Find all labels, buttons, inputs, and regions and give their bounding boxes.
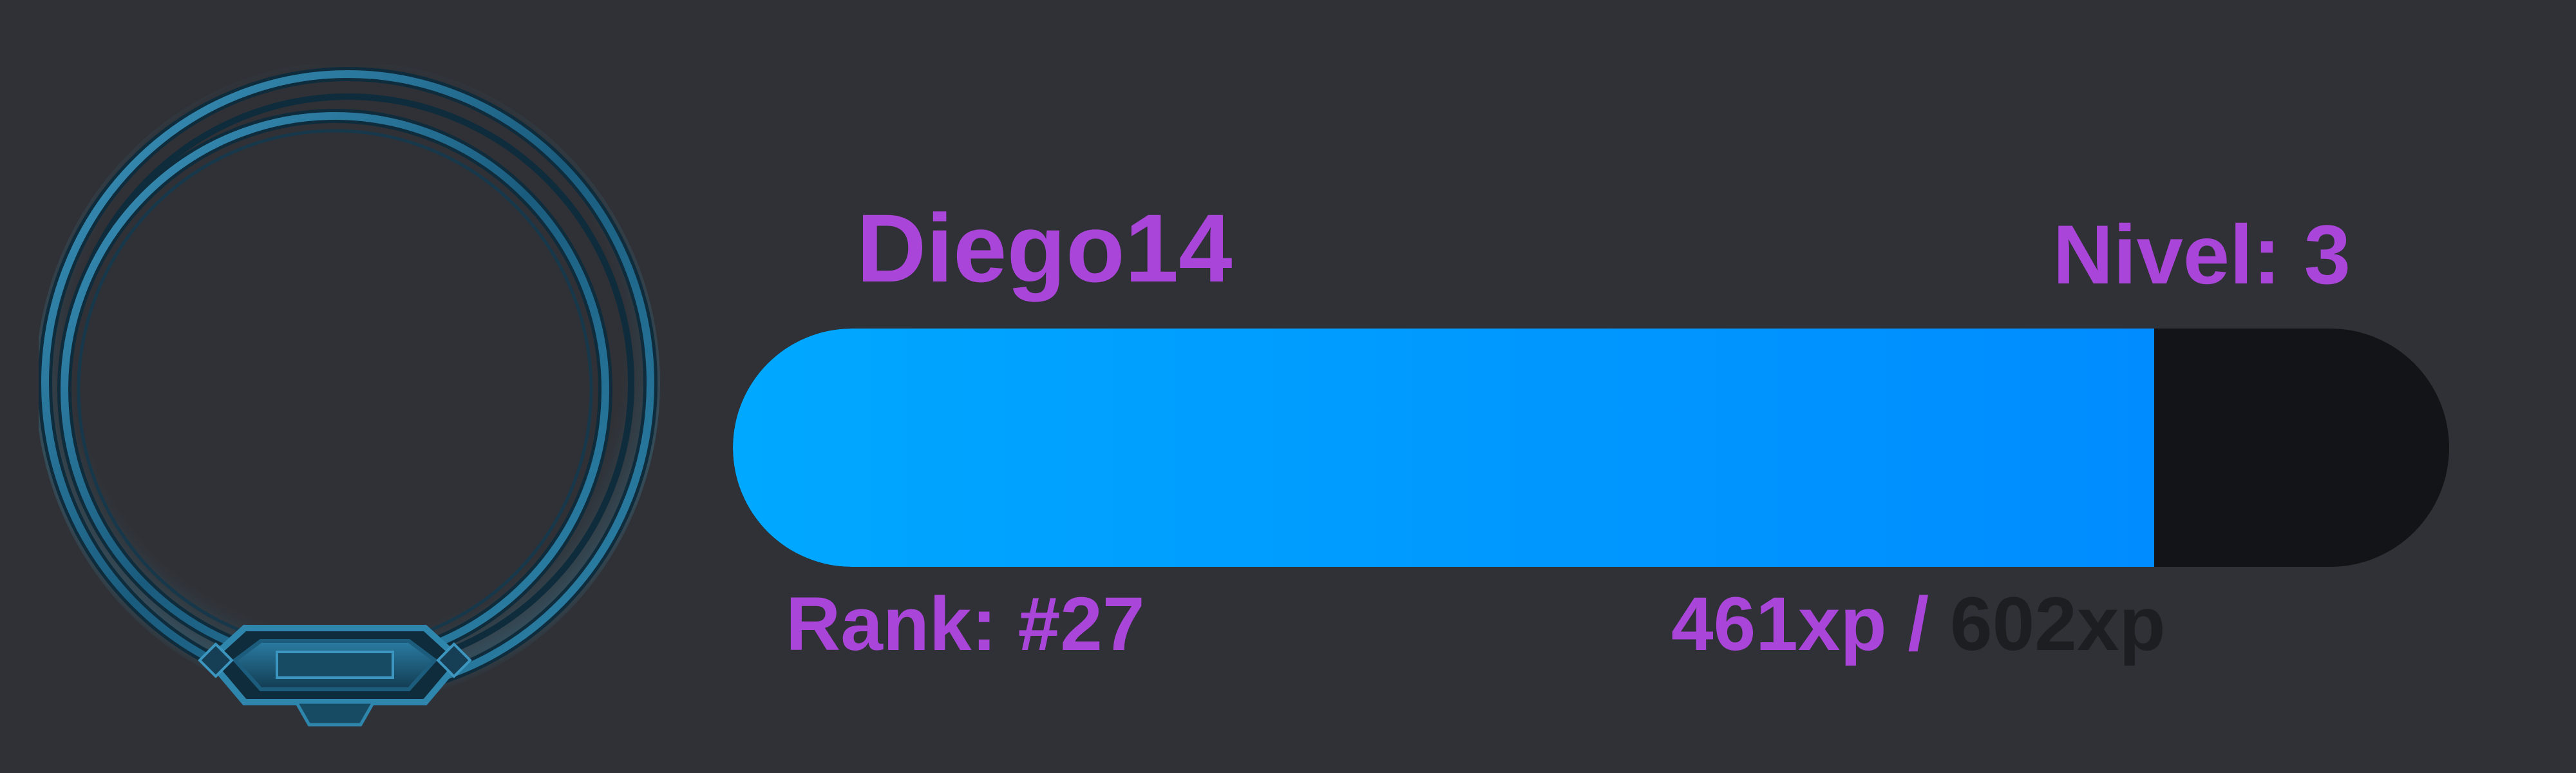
xp-separator: / (1908, 582, 1929, 667)
rank-card: Diego14 Nivel: 3 Rank: #27 461xp / 602xp (0, 0, 2576, 773)
rank-indicator: Rank: #27 (786, 586, 1145, 662)
xp-readout: 461xp / 602xp (1671, 586, 2166, 662)
ring-frame-icon (39, 64, 660, 727)
xp-progress-fill (733, 329, 2154, 567)
rank-label: Rank: (786, 582, 997, 667)
xp-max: 602xp (1949, 582, 2166, 667)
xp-progress-bar (733, 329, 2449, 567)
level-label: Nivel: (2052, 207, 2281, 301)
level-indicator: Nivel: 3 (2053, 213, 2351, 296)
avatar (39, 64, 683, 760)
level-value: 3 (2304, 207, 2351, 301)
xp-current: 461xp (1671, 582, 1887, 667)
username: Diego14 (857, 194, 1233, 302)
rank-value: #27 (1018, 582, 1145, 667)
